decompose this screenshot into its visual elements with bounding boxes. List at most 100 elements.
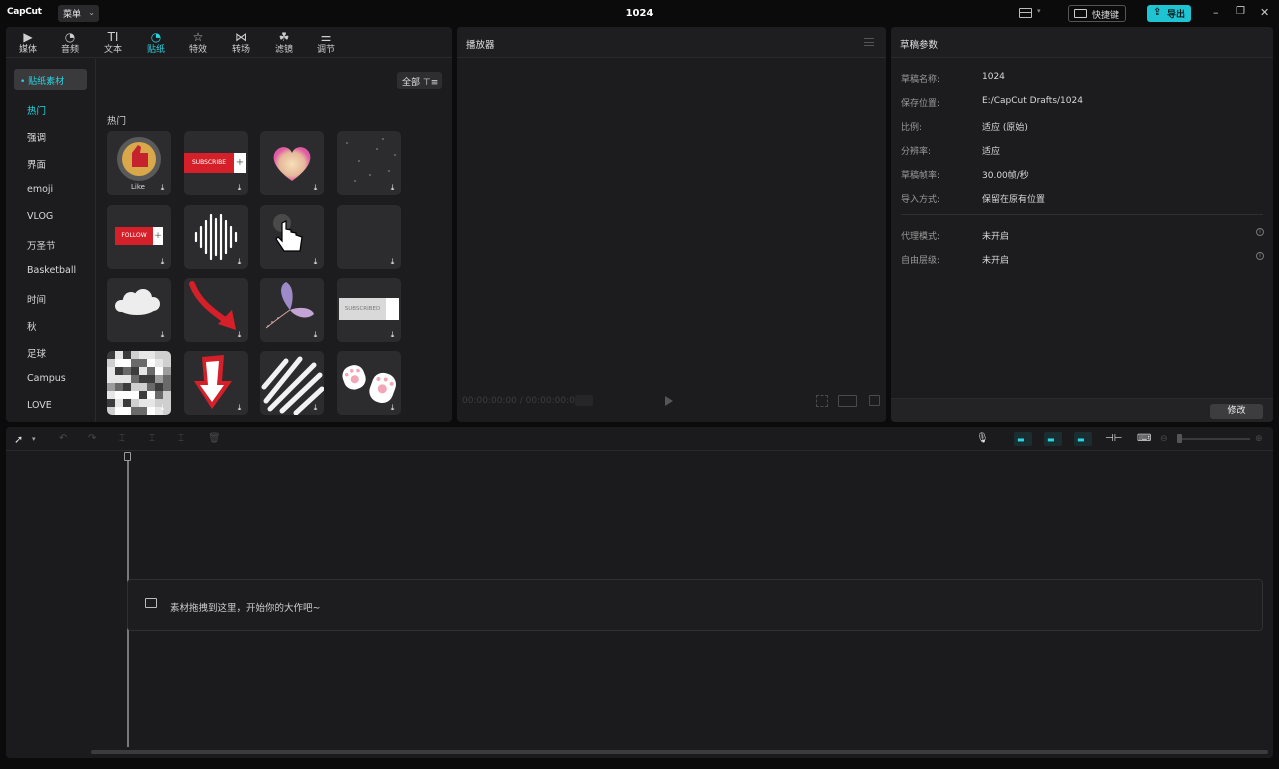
- media-icon: ▶: [23, 30, 33, 44]
- minimize-icon[interactable]: –: [1213, 6, 1219, 19]
- sticker-cat-paws[interactable]: ⤓: [337, 351, 401, 415]
- split-icon[interactable]: ⌶: [119, 433, 125, 444]
- chevron-down-icon[interactable]: ▾: [1037, 7, 1041, 15]
- download-icon[interactable]: ⤓: [158, 330, 167, 339]
- sticker-caption: Like: [131, 183, 145, 191]
- player-panel: 播放器 00:00:00:00 / 00:00:00:00: [457, 27, 886, 422]
- tab-label: 滤镜: [274, 45, 293, 55]
- download-icon[interactable]: ⤓: [311, 403, 320, 412]
- tab-text[interactable]: TI 文本: [93, 27, 133, 58]
- category-item[interactable]: VLOG: [27, 211, 53, 222]
- sticker-like[interactable]: Like ⤓: [107, 131, 171, 195]
- filter-icon: ☘: [278, 30, 290, 44]
- prop-value: 未开启: [982, 232, 1010, 242]
- info-icon[interactable]: i: [1256, 228, 1264, 236]
- zoom-out-icon[interactable]: ⊖: [1160, 434, 1168, 444]
- sticker-red-arrow[interactable]: ⤓: [184, 278, 248, 342]
- category-item[interactable]: 万圣节: [27, 238, 56, 252]
- timeline-toolbar: ➚ ▾ ↶ ↷ ⌶ ⌶ ⌶ 🗑 🎙 ▬ ▬ ▬ ⊣⊢ ⌨ ⊖ ⊕: [6, 427, 1273, 451]
- maximize-icon[interactable]: ❐: [1236, 6, 1245, 17]
- delete-icon[interactable]: 🗑: [208, 433, 221, 444]
- layout-icon[interactable]: [1019, 8, 1032, 18]
- category-header[interactable]: • 贴纸素材: [14, 69, 87, 90]
- info-icon[interactable]: i: [1256, 252, 1264, 260]
- auto-snap-toggle[interactable]: ▬: [1044, 432, 1062, 446]
- sticker-butterfly[interactable]: ⤓: [260, 278, 324, 342]
- sticker-subscribed[interactable]: SUBSCRIBED ⤓: [337, 278, 401, 342]
- sticker-heart[interactable]: ⤓: [260, 131, 324, 195]
- menu-icon[interactable]: [864, 38, 874, 46]
- microphone-icon[interactable]: 🎙: [976, 433, 989, 444]
- tab-filter[interactable]: ☘ 滤镜: [264, 27, 304, 58]
- tab-sticker[interactable]: ◔ 贴纸: [136, 27, 176, 58]
- play-icon[interactable]: [665, 396, 673, 406]
- chevron-down-icon[interactable]: ▾: [32, 435, 36, 443]
- sticker-subscribe[interactable]: SUBSCRIBE + ⤓: [184, 131, 248, 195]
- category-item[interactable]: 足球: [27, 346, 46, 360]
- magnet-toggle[interactable]: ▬: [1014, 432, 1032, 446]
- filter-dropdown[interactable]: 全部 ⊤≡: [397, 72, 442, 89]
- tab-adjust[interactable]: ⚌ 调节: [306, 27, 346, 58]
- sticker-blank[interactable]: ⤓: [337, 205, 401, 269]
- zoom-in-icon[interactable]: ⊕: [1255, 434, 1263, 444]
- playhead-handle[interactable]: [124, 452, 131, 461]
- download-icon[interactable]: ⤓: [311, 183, 320, 192]
- zoom-slider-handle[interactable]: [1177, 434, 1182, 443]
- download-icon[interactable]: ⤓: [311, 257, 320, 266]
- link-icon: ▬: [1017, 435, 1025, 444]
- modify-button[interactable]: 修改: [1210, 404, 1263, 419]
- download-icon[interactable]: ⤓: [158, 183, 167, 192]
- sticker-cloud[interactable]: ⤓: [107, 278, 171, 342]
- undo-icon[interactable]: ↶: [59, 433, 67, 444]
- category-item[interactable]: LOVE: [27, 400, 52, 411]
- download-icon[interactable]: ⤓: [235, 183, 244, 192]
- ratio-icon[interactable]: [838, 395, 857, 407]
- category-item[interactable]: 热门: [27, 103, 46, 117]
- zoom-slider[interactable]: [1178, 438, 1250, 440]
- category-item[interactable]: Campus: [27, 373, 66, 384]
- download-icon[interactable]: ⤓: [388, 403, 397, 412]
- sticker-sparkles[interactable]: ⤓: [337, 131, 401, 195]
- download-icon[interactable]: ⤓: [235, 257, 244, 266]
- sticker-mosaic[interactable]: ⤓: [107, 351, 171, 415]
- download-icon[interactable]: ⤓: [388, 257, 397, 266]
- sticker-brush-strokes[interactable]: ⤓: [260, 351, 324, 415]
- download-icon[interactable]: ⤓: [388, 183, 397, 192]
- download-icon[interactable]: ⤓: [388, 330, 397, 339]
- category-item[interactable]: 界面: [27, 157, 46, 171]
- tab-audio[interactable]: ◔ 音频: [50, 27, 90, 58]
- tab-effects[interactable]: ☆ 特效: [178, 27, 218, 58]
- category-item[interactable]: emoji: [27, 184, 53, 195]
- download-icon[interactable]: ⤓: [158, 403, 167, 412]
- sticker-click-hand[interactable]: ⤓: [260, 205, 324, 269]
- linkage-toggle[interactable]: ▬: [1074, 432, 1092, 446]
- preview-axis-icon[interactable]: ⊣⊢: [1105, 433, 1122, 444]
- sticker-white-arrow[interactable]: ⤓: [184, 351, 248, 415]
- fullscreen-icon[interactable]: [869, 395, 880, 406]
- sticker-soundwave[interactable]: ⤓: [184, 205, 248, 269]
- redo-icon[interactable]: ↷: [88, 433, 96, 444]
- screenshot-icon[interactable]: [816, 395, 828, 407]
- horizontal-scrollbar[interactable]: [91, 750, 1268, 754]
- download-icon[interactable]: ⤓: [158, 257, 167, 266]
- drop-hint: 素材拖拽到这里，开始你的大作吧~: [170, 603, 321, 614]
- caption-icon[interactable]: ⌨: [1137, 433, 1151, 444]
- shortcut-button[interactable]: 快捷键: [1068, 5, 1126, 22]
- download-icon[interactable]: ⤓: [311, 330, 320, 339]
- category-item[interactable]: Basketball: [27, 265, 76, 276]
- trim-left-icon[interactable]: ⌶: [149, 433, 155, 444]
- close-icon[interactable]: ✕: [1260, 6, 1269, 19]
- download-icon[interactable]: ⤓: [235, 330, 244, 339]
- select-cursor-icon[interactable]: ➚: [14, 433, 23, 446]
- tab-media[interactable]: ▶ 媒体: [8, 27, 48, 58]
- category-item[interactable]: 时间: [27, 292, 46, 306]
- download-icon[interactable]: ⤓: [235, 403, 244, 412]
- tab-transition[interactable]: ⋈ 转场: [221, 27, 261, 58]
- trim-right-icon[interactable]: ⌶: [178, 433, 184, 444]
- sticker-follow[interactable]: FOLLOW + ⤓: [107, 205, 171, 269]
- export-button[interactable]: ⇪ 导出: [1147, 5, 1191, 22]
- category-item[interactable]: 强调: [27, 130, 46, 144]
- drop-zone[interactable]: 素材拖拽到这里，开始你的大作吧~: [127, 579, 1263, 631]
- category-item[interactable]: 秋: [27, 319, 37, 333]
- film-icon: [145, 598, 157, 608]
